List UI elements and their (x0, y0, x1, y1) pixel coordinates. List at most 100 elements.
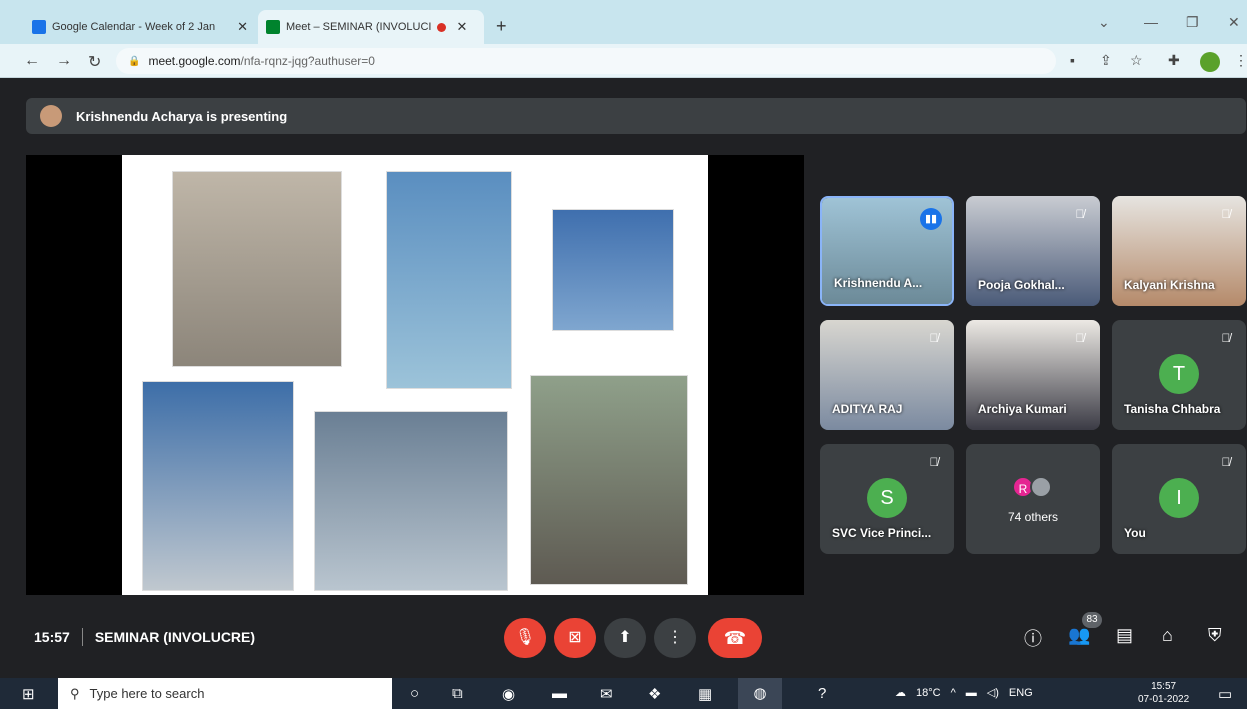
present-icon: ⬆ (618, 629, 632, 646)
language-indicator[interactable]: ENG (1009, 687, 1033, 699)
new-tab-icon[interactable]: + (496, 16, 507, 37)
url-field[interactable]: 🔒 meet.google.com/nfa-rqnz-jqg?authuser=… (116, 48, 1056, 74)
volume-icon[interactable]: ◁) (987, 686, 999, 699)
present-button[interactable]: ⬆ (604, 618, 646, 658)
people-icon[interactable]: 👥 (1068, 625, 1090, 646)
chat-icon[interactable]: ▤ (1116, 625, 1133, 646)
menu-icon[interactable]: ⋮ (1234, 52, 1247, 69)
presenting-banner: Krishnendu Acharya is presenting (26, 98, 1246, 134)
end-call-button[interactable]: ☎ (708, 618, 762, 658)
extensions-icon[interactable]: ✚ (1168, 52, 1180, 69)
clock-date: 07-01-2022 (1138, 694, 1190, 705)
task-view-icon[interactable]: ⧉ (452, 685, 463, 702)
self-avatar: I (1159, 478, 1199, 518)
dropbox-icon[interactable]: ❖ (648, 685, 661, 703)
participant-tile[interactable]: 🎙̸ S SVC Vice Princi... (820, 444, 954, 554)
meeting-info-icon[interactable]: ⓘ (1024, 625, 1042, 651)
others-count: 74 others (1007, 510, 1059, 524)
search-icon: ⚲ (70, 685, 80, 701)
mic-off-icon: 🎙̸ (1075, 331, 1085, 345)
participant-tile[interactable]: ▮▮ Krishnendu A... (820, 196, 954, 306)
mic-off-icon: 🎙̸ (1221, 455, 1231, 469)
weather-temp: 18°C (916, 686, 941, 699)
participant-tile[interactable]: 🎙̸ Pooja Gokhal... (966, 196, 1100, 306)
mic-off-icon: 🎙̸ (1221, 207, 1231, 221)
camera-toggle-button[interactable]: ⊠ (554, 618, 596, 658)
mic-off-icon: 🎙̸ (929, 331, 939, 345)
meeting-time: 15:57 (34, 629, 70, 645)
notification-icon[interactable]: ▭ (1218, 685, 1232, 703)
more-vert-icon: ⋮ (667, 629, 683, 646)
mail-icon[interactable]: ✉ (600, 685, 613, 703)
tab-meet[interactable]: Meet – SEMINAR (INVOLUCI ✕ (258, 10, 484, 44)
more-options-button[interactable]: ⋮ (654, 618, 696, 658)
network-icon[interactable]: ▬ (966, 687, 977, 699)
participant-avatar: T (1159, 354, 1199, 394)
participant-tile[interactable]: 🎙̸ Kalyani Krishna (1112, 196, 1246, 306)
weather-icon: ☁ (895, 687, 906, 699)
close-tab-icon[interactable]: ✕ (456, 19, 467, 35)
reload-icon[interactable]: ↻ (88, 52, 101, 72)
mic-off-icon: 🎙 (514, 629, 536, 646)
meeting-details: 15:57 SEMINAR (INVOLUCRE) (34, 628, 255, 646)
back-icon[interactable]: ← (24, 52, 40, 70)
phone-hangup-icon: ☎ (723, 628, 747, 648)
help-icon[interactable]: ? (818, 685, 826, 702)
participant-avatar: S (867, 478, 907, 518)
self-tile[interactable]: 🎙̸ I You (1112, 444, 1246, 554)
taskbar-search[interactable]: ⚲ Type here to search (58, 678, 392, 709)
participant-tile[interactable]: 🎙̸ Archiya Kumari (966, 320, 1100, 430)
clock-time: 15:57 (1151, 681, 1177, 692)
speaking-indicator-icon: ▮▮ (920, 208, 942, 230)
tray-chevron-icon[interactable]: ^ (951, 687, 956, 699)
close-tab-icon[interactable]: ✕ (237, 19, 248, 35)
star-icon[interactable]: ☆ (1130, 52, 1143, 69)
calendar-icon (32, 20, 46, 34)
presentation-slide (122, 155, 708, 595)
participant-name: You (1124, 526, 1146, 540)
participant-name: Pooja Gokhal... (978, 278, 1065, 292)
profile-avatar[interactable] (1200, 52, 1220, 72)
tab-label: Google Calendar - Week of 2 Jan (52, 21, 216, 33)
slide-photo-bottle (386, 171, 512, 389)
host-controls-icon[interactable]: ⛨ (1208, 625, 1222, 646)
participant-name: ADITYA RAJ (832, 402, 903, 416)
edge-icon[interactable]: ◉ (502, 685, 515, 703)
close-window-icon[interactable]: ✕ (1228, 14, 1240, 31)
others-tile[interactable]: R 74 others (966, 444, 1100, 554)
presenting-text: Krishnendu Acharya is presenting (76, 108, 288, 124)
meeting-title: SEMINAR (INVOLUCRE) (94, 629, 256, 645)
meet-icon (266, 20, 280, 34)
participant-tile[interactable]: 🎙̸ ADITYA RAJ (820, 320, 954, 430)
restore-icon[interactable]: ❐ (1186, 14, 1199, 31)
slide-photo-apparatus (172, 171, 342, 367)
recording-dot-icon (437, 22, 447, 32)
activities-icon[interactable]: ⌂ (1162, 625, 1173, 646)
minimize-icon[interactable]: — (1144, 14, 1158, 30)
slide-photo-filtering (142, 381, 294, 591)
url-path: /nfa-rqnz-jqg?authuser=0 (240, 54, 375, 68)
tab-label: Meet – SEMINAR (INVOLUCI (286, 21, 432, 33)
store-icon[interactable]: ▦ (698, 685, 712, 703)
slide-photo-autoclave (530, 375, 688, 585)
taskbar-clock[interactable]: 15:57 07-01-2022 (1138, 680, 1189, 706)
system-tray: ☁ 18°C ^ ▬ ◁) ENG (895, 686, 1033, 700)
mic-off-icon: 🎙̸ (929, 455, 939, 469)
tab-search-icon[interactable]: ⌄ (1098, 14, 1110, 31)
mic-toggle-button[interactable]: 🎙 (504, 618, 546, 658)
participant-name: Kalyani Krishna (1124, 278, 1215, 292)
camera-icon[interactable]: ▪ (1070, 52, 1075, 68)
tab-google-calendar[interactable]: Google Calendar - Week of 2 Jan ✕ (24, 10, 256, 44)
mic-off-icon: 🎙̸ (1075, 207, 1085, 221)
slide-photo-labels (552, 209, 674, 331)
presenter-avatar (40, 105, 62, 127)
chrome-icon[interactable]: ◍ (738, 678, 782, 709)
forward-icon[interactable]: → (56, 52, 72, 70)
file-explorer-icon[interactable]: ▬ (552, 685, 567, 702)
participant-tile[interactable]: 🎙̸ T Tanisha Chhabra (1112, 320, 1246, 430)
divider (81, 628, 83, 646)
cortana-icon[interactable]: ○ (410, 685, 419, 702)
participant-name: SVC Vice Princi... (832, 526, 932, 540)
windows-start-icon[interactable]: ⊞ (22, 685, 35, 703)
share-icon[interactable]: ⇪ (1100, 52, 1112, 69)
